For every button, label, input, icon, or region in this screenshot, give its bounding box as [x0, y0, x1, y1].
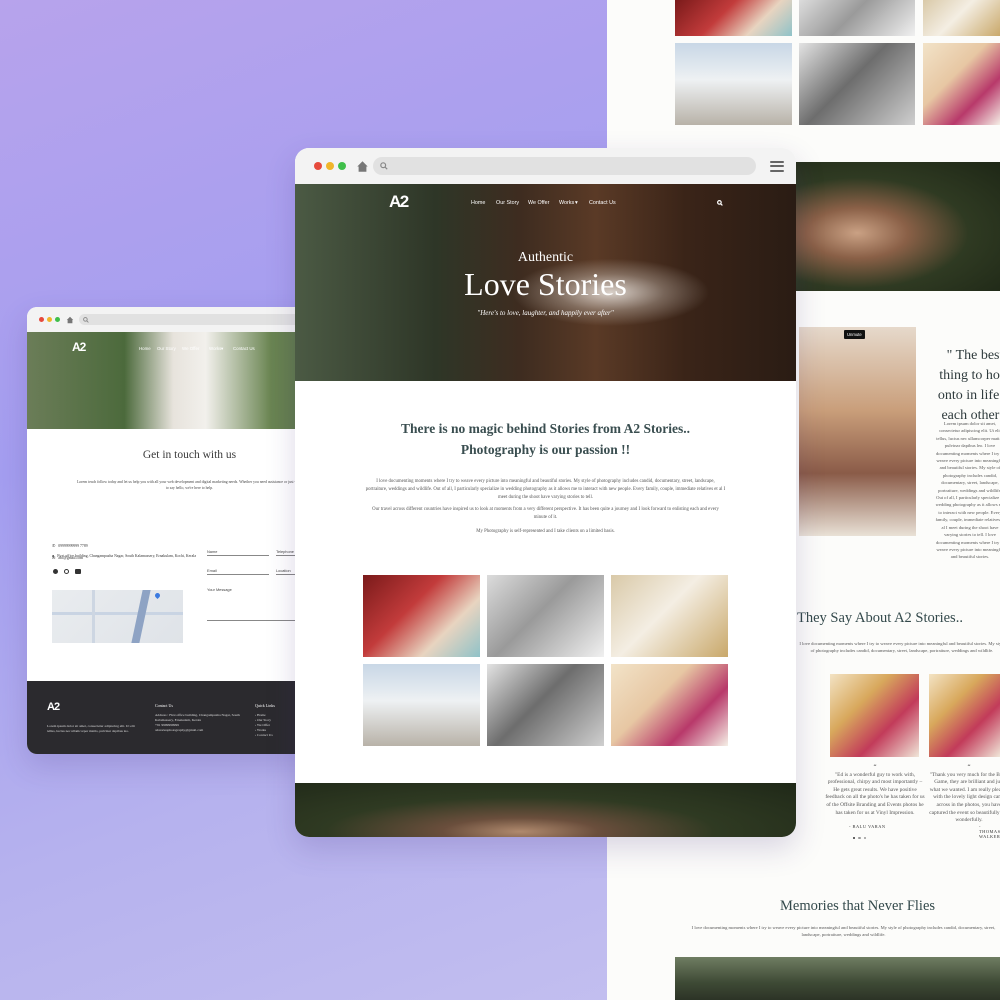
instagram-icon[interactable] — [64, 569, 69, 574]
nav-works[interactable]: Works — [559, 200, 574, 206]
about-text: Lorem ipsum dolor sit amet, consectetur … — [935, 421, 1000, 560]
quote-text: " The best thing to hold onto in life is… — [937, 348, 1000, 423]
testimonials-heading: They Say About A2 Stories.. — [797, 610, 963, 626]
address-bar[interactable] — [373, 157, 756, 175]
gallery-photo — [923, 43, 1000, 125]
carousel-dots[interactable] — [853, 837, 867, 840]
brand-logo[interactable]: A2 — [72, 340, 86, 354]
footer-about: Lorem ipsum dolor sit amet, consectetur … — [47, 724, 135, 734]
hero-subtitle: Authentic — [517, 250, 574, 265]
testimonials-subtext: I love documenting moments where I try t… — [799, 641, 1000, 654]
memories-text: I love documenting moments where I try t… — [691, 925, 996, 938]
phone-row: ✆ 09999999999 7789 — [52, 544, 88, 548]
minimize-dot[interactable] — [47, 317, 52, 322]
nav-home[interactable]: Home — [471, 200, 485, 206]
gallery-photo[interactable] — [487, 664, 604, 746]
memories-heading: Memories that Never Flies — [780, 898, 936, 914]
nav-our-story[interactable]: Our Story — [157, 346, 176, 351]
testimonial-photo — [929, 674, 1000, 757]
minimize-dot[interactable] — [326, 162, 334, 170]
nav-works[interactable]: Works — [209, 346, 221, 351]
intro-paragraph: I love documenting moments where I try t… — [365, 479, 726, 500]
gallery-photo — [923, 0, 1000, 36]
phone-icon: ✆ — [52, 544, 56, 548]
maximize-dot[interactable] — [338, 162, 346, 170]
footer-logo[interactable]: A2 — [47, 701, 60, 713]
search-icon — [380, 162, 388, 170]
bottom-banner-photo — [295, 783, 796, 837]
gallery-photo[interactable] — [611, 664, 728, 746]
social-icons — [53, 569, 81, 574]
nav-we-offer[interactable]: We Offer — [182, 346, 199, 351]
brand-logo[interactable]: A2 — [389, 192, 409, 212]
video-player[interactable]: Unmute — [799, 327, 916, 536]
browser-toolbar — [295, 148, 796, 184]
home-icon[interactable] — [66, 316, 74, 324]
search-icon — [83, 316, 89, 323]
testimonial-text: “ "Thank you very much for the Brain Gam… — [929, 763, 1000, 824]
nav-contact[interactable]: Contact Us — [233, 346, 255, 351]
contact-intro: Lorem teach follow today and let us help… — [77, 480, 302, 490]
hero-title: Love Stories — [464, 266, 627, 302]
home-icon[interactable] — [356, 160, 369, 173]
memories-photo — [675, 957, 1000, 1000]
footer-address: Address : First office building, Changam… — [155, 713, 240, 733]
unmute-button[interactable]: Unmute — [844, 330, 865, 339]
nav-our-story[interactable]: Our Story — [496, 200, 519, 206]
testimonial-text: “ "Ed is a wonderful guy to work with, p… — [825, 763, 925, 816]
hero-tagline: "Here's to love, laughter, and happily e… — [477, 309, 614, 317]
chevron-down-icon: ▾ — [221, 346, 224, 351]
testimonial-author: - THOMAS WALKER — [979, 824, 1000, 839]
address-bar[interactable] — [79, 314, 326, 325]
chevron-down-icon: ▾ — [575, 200, 578, 206]
nav-contact[interactable]: Contact Us — [589, 200, 616, 206]
menu-icon[interactable] — [770, 158, 784, 174]
search-icon[interactable] — [717, 200, 723, 206]
close-dot[interactable] — [314, 162, 322, 170]
testimonial-author: - BALU VARAN — [849, 824, 886, 829]
gallery-photo — [799, 0, 915, 36]
gallery-photo[interactable] — [487, 575, 604, 657]
close-dot[interactable] — [39, 317, 44, 322]
footer-link-contact[interactable]: › Contact Us — [255, 733, 273, 738]
intro-heading: There is no magic behind Stories from A2… — [401, 421, 690, 457]
intro-paragraph: My Photography is self-represented and I… — [476, 529, 615, 534]
map-pin-icon — [153, 591, 162, 600]
mail-icon: ✉ — [52, 556, 56, 560]
intro-paragraph: Our travel across different countries ha… — [372, 507, 719, 520]
facebook-icon[interactable] — [53, 569, 58, 574]
banner-photo — [796, 162, 1000, 291]
footer-links-heading: Quick Links — [255, 703, 275, 708]
testimonial-photo — [830, 674, 919, 757]
gallery-photo — [799, 43, 915, 125]
email-field[interactable]: Email — [207, 568, 269, 575]
gallery-photo[interactable] — [611, 575, 728, 657]
gallery-photo[interactable] — [363, 664, 480, 746]
nav-home[interactable]: Home — [139, 346, 151, 351]
maximize-dot[interactable] — [55, 317, 60, 322]
gallery-photo — [675, 0, 792, 36]
location-map[interactable] — [52, 590, 183, 643]
home-page-window: A2 Home Our Story We Offer Works ▾ Conta… — [295, 148, 796, 837]
footer-contact-heading: Contact Us — [155, 703, 173, 708]
youtube-icon[interactable] — [75, 569, 81, 574]
gallery-photo[interactable] — [363, 575, 480, 657]
name-field[interactable]: Name — [207, 549, 269, 556]
email-row: ✉ abc@gmail.com — [52, 556, 84, 560]
gallery-photo — [675, 43, 792, 125]
nav-we-offer[interactable]: We Offer — [528, 200, 549, 206]
footer-links: › Home › Our Story › We Offer › Works › … — [255, 713, 273, 738]
